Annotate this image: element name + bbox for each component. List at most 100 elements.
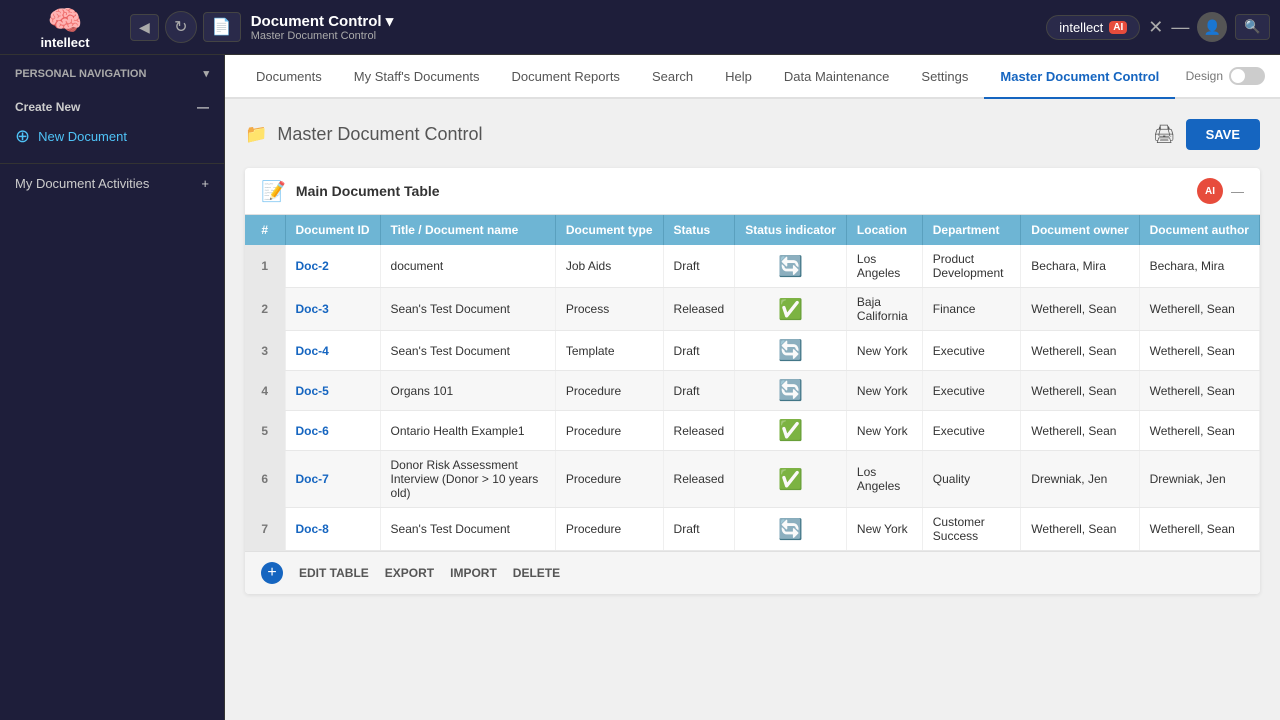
cell-author: Wetherell, Sean	[1139, 288, 1259, 331]
cell-owner: Wetherell, Sean	[1021, 331, 1139, 371]
table-title-left: 📝 Main Document Table	[261, 179, 440, 204]
cell-department: Executive	[922, 331, 1021, 371]
cell-owner: Drewniak, Jen	[1021, 451, 1139, 508]
export-link[interactable]: EXPORT	[385, 566, 434, 580]
edit-table-link[interactable]: EDIT TABLE	[299, 566, 369, 580]
cell-author: Wetherell, Sean	[1139, 371, 1259, 411]
personal-navigation-header[interactable]: PERSONAL NAVIGATION ▾	[0, 55, 224, 92]
tab-data-maintenance[interactable]: Data Maintenance	[768, 55, 906, 99]
cell-doc-id[interactable]: Doc-4	[285, 331, 380, 371]
cell-owner: Bechara, Mira	[1021, 245, 1139, 288]
cell-department: Executive	[922, 371, 1021, 411]
ai-circle-icon[interactable]: AI	[1197, 178, 1223, 204]
new-document-item[interactable]: ⊕ New Document	[15, 122, 209, 151]
plus-circle-icon: ⊕	[15, 126, 30, 147]
intellect-badge[interactable]: intellect AI	[1046, 15, 1140, 40]
table-row[interactable]: 1 Doc-2 document Job Aids Draft 🔄 Los An…	[245, 245, 1260, 288]
table-scroll-wrapper[interactable]: # Document ID Title / Document name Docu…	[245, 215, 1260, 551]
tab-my-staff-documents[interactable]: My Staff's Documents	[338, 55, 496, 99]
minus-icon: —	[197, 100, 209, 114]
design-toggle-switch[interactable]	[1229, 67, 1265, 85]
cell-indicator: ✅	[735, 411, 847, 451]
tab-settings[interactable]: Settings	[905, 55, 984, 99]
table-row[interactable]: 7 Doc-8 Sean's Test Document Procedure D…	[245, 508, 1260, 551]
chevron-down-icon: ▾	[203, 67, 209, 80]
refresh-button[interactable]: ↻	[165, 11, 197, 43]
personal-navigation-label: PERSONAL NAVIGATION	[15, 68, 146, 80]
cell-type: Procedure	[555, 371, 663, 411]
table-row[interactable]: 2 Doc-3 Sean's Test Document Process Rel…	[245, 288, 1260, 331]
save-button[interactable]: SAVE	[1186, 119, 1260, 150]
col-owner: Document owner	[1021, 215, 1139, 245]
logo-text: intellect	[40, 35, 89, 50]
col-author: Document author	[1139, 215, 1259, 245]
cell-indicator: 🔄	[735, 331, 847, 371]
create-new-title: Create New —	[15, 100, 209, 114]
cell-type: Procedure	[555, 451, 663, 508]
nav-arrows: ◀ ↻ 📄	[130, 11, 241, 43]
cell-location: New York	[846, 371, 922, 411]
search-button[interactable]: 🔍	[1235, 14, 1270, 40]
back-button[interactable]: ◀	[130, 14, 159, 41]
cell-title: Sean's Test Document	[380, 288, 555, 331]
app-icon-button[interactable]: 📄	[203, 12, 241, 42]
print-button[interactable]: 🖨	[1153, 124, 1176, 145]
cell-doc-id[interactable]: Doc-6	[285, 411, 380, 451]
minus-icon-button[interactable]: —	[1171, 17, 1189, 38]
delete-link[interactable]: DELETE	[513, 566, 560, 580]
table-footer: + EDIT TABLE EXPORT IMPORT DELETE	[245, 551, 1260, 594]
cell-indicator: 🔄	[735, 508, 847, 551]
page-actions: 🖨 SAVE	[1153, 119, 1260, 150]
cell-location: Los Angeles	[846, 451, 922, 508]
cell-department: Customer Success	[922, 508, 1021, 551]
cell-doc-id[interactable]: Doc-5	[285, 371, 380, 411]
add-row-button[interactable]: +	[261, 562, 283, 584]
cell-num: 5	[245, 411, 285, 451]
cell-type: Job Aids	[555, 245, 663, 288]
cell-status: Draft	[663, 331, 735, 371]
cell-num: 4	[245, 371, 285, 411]
page-title-area: 📁 Master Document Control	[245, 124, 483, 145]
brain-icon: 🧠	[48, 4, 83, 37]
tab-document-reports[interactable]: Document Reports	[496, 55, 636, 99]
cell-doc-id[interactable]: Doc-2	[285, 245, 380, 288]
table-container: 📝 Main Document Table AI — # Document ID	[245, 168, 1260, 594]
tab-documents[interactable]: Documents	[240, 55, 338, 99]
page-area: 📁 Master Document Control 🖨 SAVE 📝 Main …	[225, 99, 1280, 720]
import-link[interactable]: IMPORT	[450, 566, 497, 580]
cell-owner: Wetherell, Sean	[1021, 508, 1139, 551]
tab-help[interactable]: Help	[709, 55, 768, 99]
status-indicator-yellow: 🔄	[778, 340, 803, 362]
table-row[interactable]: 3 Doc-4 Sean's Test Document Template Dr…	[245, 331, 1260, 371]
col-department: Department	[922, 215, 1021, 245]
layout: PERSONAL NAVIGATION ▾ Create New — ⊕ New…	[0, 55, 1280, 720]
col-status: Status	[663, 215, 735, 245]
cell-num: 1	[245, 245, 285, 288]
cell-title: Sean's Test Document	[380, 331, 555, 371]
table-row[interactable]: 4 Doc-5 Organs 101 Procedure Draft 🔄 New…	[245, 371, 1260, 411]
cell-indicator: ✅	[735, 288, 847, 331]
tab-master-document-control[interactable]: Master Document Control	[984, 55, 1175, 99]
cell-department: Quality	[922, 451, 1021, 508]
status-indicator-green: ✅	[778, 420, 803, 442]
cell-status: Draft	[663, 508, 735, 551]
status-indicator-yellow: 🔄	[778, 256, 803, 278]
cell-location: New York	[846, 508, 922, 551]
tab-search[interactable]: Search	[636, 55, 709, 99]
cell-indicator: 🔄	[735, 371, 847, 411]
cell-doc-id[interactable]: Doc-7	[285, 451, 380, 508]
table-row[interactable]: 5 Doc-6 Ontario Health Example1 Procedur…	[245, 411, 1260, 451]
my-document-activities-item[interactable]: My Document Activities +	[0, 164, 224, 203]
cell-doc-id[interactable]: Doc-8	[285, 508, 380, 551]
table-row[interactable]: 6 Doc-7 Donor Risk Assessment Interview …	[245, 451, 1260, 508]
cell-doc-id[interactable]: Doc-3	[285, 288, 380, 331]
table-collapse-icon[interactable]: —	[1231, 184, 1244, 199]
cell-status: Released	[663, 411, 735, 451]
cell-author: Wetherell, Sean	[1139, 508, 1259, 551]
col-doc-id: Document ID	[285, 215, 380, 245]
cell-num: 7	[245, 508, 285, 551]
close-icon-button[interactable]: ✕	[1148, 17, 1163, 38]
cell-status: Released	[663, 288, 735, 331]
cell-author: Wetherell, Sean	[1139, 411, 1259, 451]
avatar[interactable]: 👤	[1197, 12, 1227, 42]
